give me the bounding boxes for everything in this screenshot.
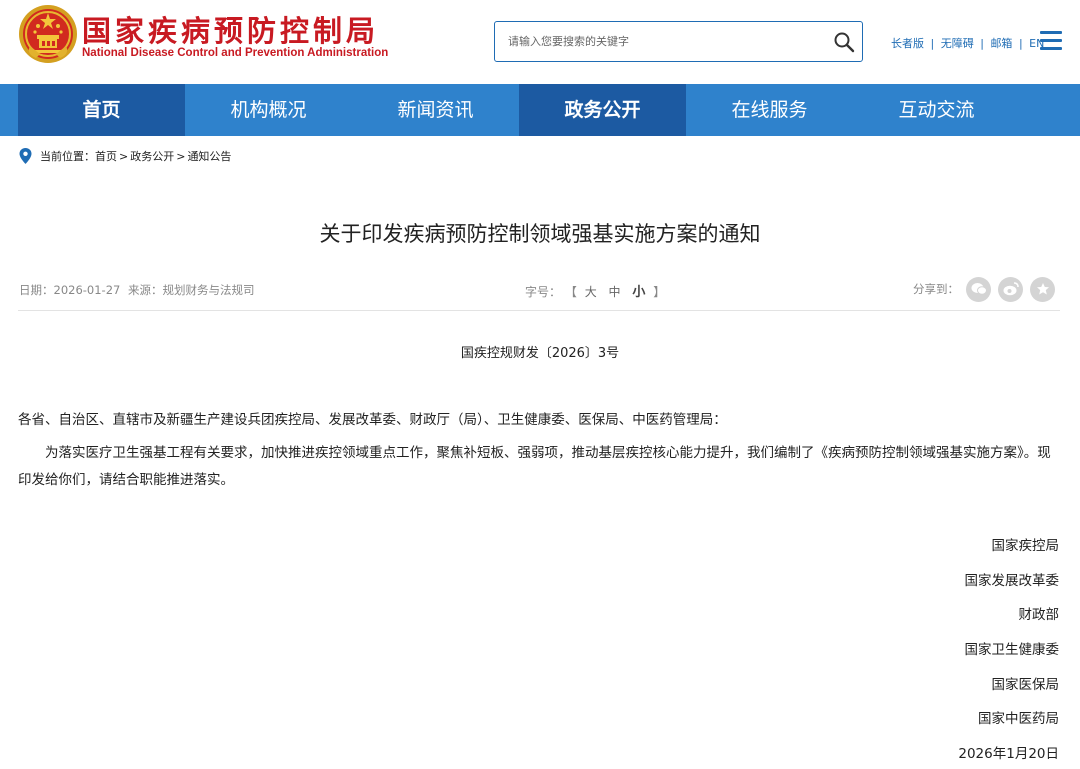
signer-nhsa: 国家医保局 [991,677,1060,693]
nav-about[interactable]: 机构概况 [185,84,352,136]
sign-date: 2026年1月20日 [958,746,1059,762]
nav-home[interactable]: 首页 [18,84,185,136]
breadcrumb-home[interactable]: 首页 [95,148,117,164]
top-links: 长者版 | 无障碍 | 邮箱 | EN [891,35,1044,51]
link-separator: | [980,37,984,50]
weibo-icon[interactable] [998,276,1023,302]
mailbox-link[interactable]: 邮箱 [990,37,1012,50]
site-title-en[interactable]: National Disease Control and Prevention … [82,47,388,59]
site-header: 国家疾病预防控制局 National Disease Control and P… [0,0,1080,84]
meta-divider [18,310,1060,311]
date-label: 日期： [19,283,54,297]
location-pin-icon [19,148,32,164]
breadcrumb-separator: > [119,149,129,163]
body-paragraph: 为落实医疗卫生强基工程有关要求，加快推进疾控领域重点工作，聚焦补短板、强弱项，推… [18,445,1051,488]
font-bracket-close: 】 [653,285,666,299]
signer-ndrc: 国家发展改革委 [964,573,1060,589]
publish-date: 2026-01-27 [53,283,121,297]
signer-natcm: 国家中医药局 [978,711,1059,727]
search-icon[interactable] [832,30,856,54]
font-size-large[interactable]: 大 [585,285,597,299]
breadcrumb-gov-affairs[interactable]: 政务公开 [130,148,174,164]
national-emblem-icon[interactable] [18,4,78,64]
site-title[interactable]: 国家疾病预防控制局 [82,8,379,50]
breadcrumb: 当前位置： 首页 > 政务公开 > 通知公告 [19,148,231,164]
article-meta: 日期：2026-01-27 来源：规划财务与法规司 [19,282,255,298]
breadcrumb-notices[interactable]: 通知公告 [187,148,231,164]
menu-icon[interactable] [1040,31,1062,51]
accessibility-link[interactable]: 无障碍 [941,37,974,50]
signer-ndcpa: 国家疾控局 [991,538,1060,554]
breadcrumb-separator: > [176,149,186,163]
search-input[interactable] [508,22,818,61]
source-label: 来源： [128,283,163,297]
salutation: 各省、自治区、直辖市及新疆生产建设兵团疾控局、发展改革委、财政厅（局）、卫生健康… [18,412,727,428]
favorite-icon[interactable] [1030,276,1055,302]
font-bracket-open: 【 [564,285,577,299]
article-source: 规划财务与法规司 [162,283,255,297]
font-size-switcher: 字号： 【 大 中 小 】 [525,281,665,300]
nav-interaction[interactable]: 互动交流 [853,84,1020,136]
search-box [494,21,863,62]
share-label: 分享到： [913,282,959,296]
font-size-small[interactable]: 小 [632,285,645,300]
link-separator: | [930,37,935,50]
nav-online-service[interactable]: 在线服务 [686,84,853,136]
font-size-label: 字号： [525,285,562,299]
signer-mof: 财政部 [1018,607,1060,623]
font-size-medium[interactable]: 中 [609,285,621,299]
wechat-icon[interactable] [966,276,991,302]
nav-news[interactable]: 新闻资讯 [352,84,519,136]
share-bar: 分享到： [913,276,1055,302]
signer-nhc: 国家卫生健康委 [964,642,1060,658]
breadcrumb-prefix: 当前位置： [40,150,95,163]
document-number: 国疾控规财发〔2026〕3号 [460,346,620,361]
nav-gov-affairs[interactable]: 政务公开 [519,84,686,136]
elder-version-link[interactable]: 长者版 [891,37,924,50]
link-separator: | [1018,37,1023,50]
article-title: 关于印发疾病预防控制领域强基实施方案的通知 [319,222,761,246]
main-nav: 首页 机构概况 新闻资讯 政务公开 在线服务 互动交流 [0,84,1080,136]
